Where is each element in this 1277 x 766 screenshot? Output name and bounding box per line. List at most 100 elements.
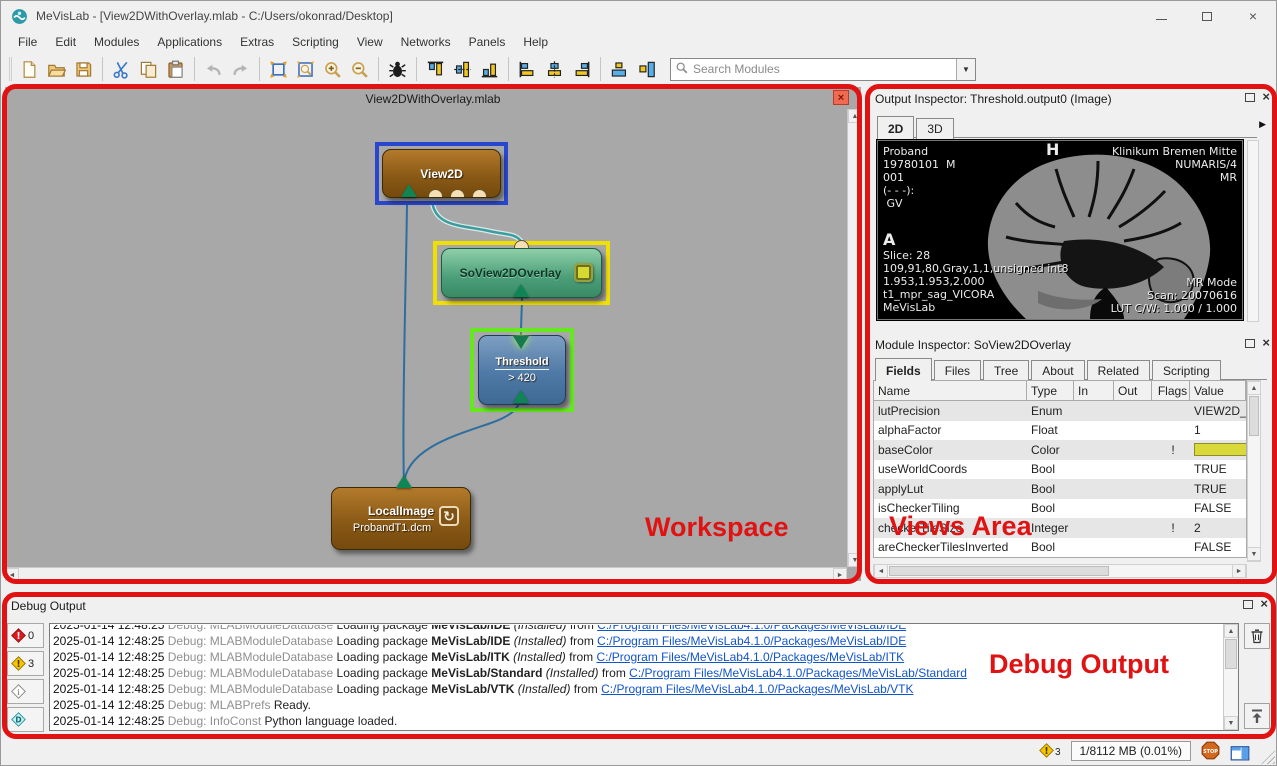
workspace-horizontal-scrollbar[interactable]: ◄ ► — [5, 567, 847, 581]
overlay-input-connector[interactable] — [514, 240, 529, 248]
scroll-right-icon[interactable]: ► — [833, 568, 847, 581]
align-bottom-button[interactable] — [476, 56, 503, 83]
log-link[interactable]: C:/Program Files/MeVisLab4.1.0/Packages/… — [629, 666, 967, 680]
scroll-to-top-button[interactable] — [1244, 703, 1270, 729]
column-header-value[interactable]: Value — [1190, 381, 1246, 400]
view2d-connector-3[interactable] — [472, 189, 487, 197]
copy-button[interactable] — [135, 56, 162, 83]
log-link[interactable]: C:/Program Files/MeVisLab4.1.0/Packages/… — [596, 650, 904, 664]
filter-info-diamond[interactable]: i — [7, 679, 44, 704]
column-header-type[interactable]: Type — [1027, 381, 1074, 400]
localimage-reload-button[interactable]: ↻ — [439, 506, 459, 526]
tab-overflow-icon[interactable]: ▶ — [1259, 119, 1266, 130]
menu-file[interactable]: File — [9, 33, 46, 51]
threshold-input-connector[interactable] — [513, 390, 529, 403]
field-row-applyLut[interactable]: applyLutBoolTRUE — [874, 479, 1246, 499]
module-search-combo[interactable]: ▼ — [670, 58, 976, 81]
menu-help[interactable]: Help — [514, 33, 557, 51]
menu-edit[interactable]: Edit — [46, 33, 85, 51]
zoom-out-button[interactable] — [346, 56, 373, 83]
zoom-select-button[interactable] — [292, 56, 319, 83]
menu-applications[interactable]: Applications — [148, 33, 231, 51]
scroll-left-icon[interactable]: ◄ — [874, 564, 888, 578]
zoom-in-button[interactable] — [319, 56, 346, 83]
tab-tree[interactable]: Tree — [983, 360, 1029, 381]
align-right-button[interactable] — [568, 56, 595, 83]
maximize-button[interactable] — [1184, 1, 1230, 31]
localimage-output-connector[interactable] — [396, 475, 412, 488]
view2d-input-connector[interactable] — [401, 184, 417, 197]
menu-extras[interactable]: Extras — [231, 33, 283, 51]
save-button[interactable] — [70, 56, 97, 83]
menu-view[interactable]: View — [348, 33, 392, 51]
bug-button[interactable] — [384, 56, 411, 83]
column-header-name[interactable]: Name — [874, 381, 1027, 400]
resize-grip[interactable] — [1261, 750, 1275, 764]
status-warning-indicator[interactable]: ! 3 — [1039, 743, 1061, 758]
module-inspector-float-icon[interactable] — [1245, 339, 1255, 348]
panel-toggle-button[interactable] — [1230, 743, 1250, 759]
clear-log-button[interactable] — [1244, 623, 1270, 649]
redo-button[interactable] — [227, 56, 254, 83]
filter-debug-diamond[interactable]: D — [7, 707, 44, 732]
scroll-up-icon[interactable]: ▲ — [1247, 381, 1261, 395]
overlay-bottom-connector[interactable] — [513, 284, 529, 297]
distribute-h-button[interactable] — [606, 56, 633, 83]
column-header-flags[interactable]: Flags — [1152, 381, 1190, 400]
log-link[interactable]: C:/Program Files/MeVisLab4.1.0/Packages/… — [601, 682, 913, 696]
scroll-right-icon[interactable]: ► — [1232, 564, 1246, 578]
menu-networks[interactable]: Networks — [392, 33, 460, 51]
workspace-vertical-scrollbar[interactable]: ▲ ▼ — [847, 109, 861, 567]
overlay-option-button[interactable] — [574, 263, 593, 282]
network-workspace[interactable]: View2DWithOverlay.mlab × View2D SoView2D… — [5, 87, 861, 581]
log-link[interactable]: C:/Program Files/MeVisLab4.1.0/Packages/… — [597, 625, 906, 632]
align-vcenter-button[interactable] — [449, 56, 476, 83]
scroll-down-icon[interactable]: ▼ — [1247, 547, 1261, 561]
tab-about[interactable]: About — [1031, 360, 1084, 381]
field-row-alphaFactor[interactable]: alphaFactorFloat1 — [874, 421, 1246, 441]
distribute-v-button[interactable] — [633, 56, 660, 83]
menu-modules[interactable]: Modules — [85, 33, 148, 51]
cut-button[interactable] — [108, 56, 135, 83]
undo-button[interactable] — [200, 56, 227, 83]
menu-panels[interactable]: Panels — [460, 33, 515, 51]
field-row-areCheckerTilesInverted[interactable]: areCheckerTilesInvertedBoolFALSE — [874, 538, 1246, 558]
tab-files[interactable]: Files — [934, 360, 981, 381]
view2d-connector-1[interactable] — [428, 189, 443, 197]
search-modules-input[interactable] — [693, 62, 956, 76]
scroll-down-icon[interactable]: ▼ — [1224, 716, 1238, 730]
search-dropdown-button[interactable]: ▼ — [956, 59, 975, 80]
field-row-isCheckerTiling[interactable]: isCheckerTilingBoolFALSE — [874, 499, 1246, 519]
column-header-in[interactable]: In — [1074, 381, 1114, 400]
debug-log-scrollbar[interactable]: ▲ ▼ — [1223, 624, 1238, 730]
module-inspector-close-icon[interactable]: × — [1262, 338, 1270, 348]
field-row-baseColor[interactable]: baseColorColor! — [874, 440, 1246, 460]
tab-related[interactable]: Related — [1087, 360, 1150, 381]
tab-scripting[interactable]: Scripting — [1152, 360, 1221, 381]
align-left-button[interactable] — [514, 56, 541, 83]
field-row-lutPrecision[interactable]: lutPrecisionEnumVIEW2D_LUT — [874, 401, 1246, 421]
field-row-checkerTileSize[interactable]: checkerTileSizeInteger!2 — [874, 518, 1246, 538]
output-inspector-scrollbar[interactable] — [1247, 140, 1259, 322]
stop-button[interactable]: STOP — [1201, 741, 1220, 760]
image-viewer-2d[interactable]: Proband19780101 M001(- - -): GV H A Slic… — [877, 140, 1243, 320]
debug-panel-close-icon[interactable]: × — [1260, 599, 1268, 609]
minimize-button[interactable] — [1138, 1, 1184, 31]
fields-table-hscrollbar[interactable]: ◄ ► — [873, 564, 1247, 578]
color-swatch[interactable] — [1194, 443, 1246, 456]
tab-2d[interactable]: 2D — [877, 116, 914, 139]
output-inspector-close-icon[interactable]: × — [1262, 92, 1270, 102]
scroll-up-icon[interactable]: ▲ — [1224, 624, 1238, 638]
debug-log[interactable]: 2025-01-14 12:48:25 Debug: MLABModuleDat… — [49, 623, 1239, 731]
filter-warning-diamond[interactable]: !3 — [7, 651, 44, 676]
log-link[interactable]: C:/Program Files/MeVisLab4.1.0/Packages/… — [597, 634, 906, 648]
paste-button[interactable] — [162, 56, 189, 83]
new-button[interactable] — [16, 56, 43, 83]
view2d-connector-2[interactable] — [450, 189, 465, 197]
tab-3d[interactable]: 3D — [916, 118, 953, 139]
align-top-button[interactable] — [422, 56, 449, 83]
scroll-down-icon[interactable]: ▼ — [848, 553, 861, 567]
align-hcenter-button[interactable] — [541, 56, 568, 83]
scroll-up-icon[interactable]: ▲ — [848, 109, 861, 123]
debug-panel-float-icon[interactable] — [1243, 600, 1253, 609]
